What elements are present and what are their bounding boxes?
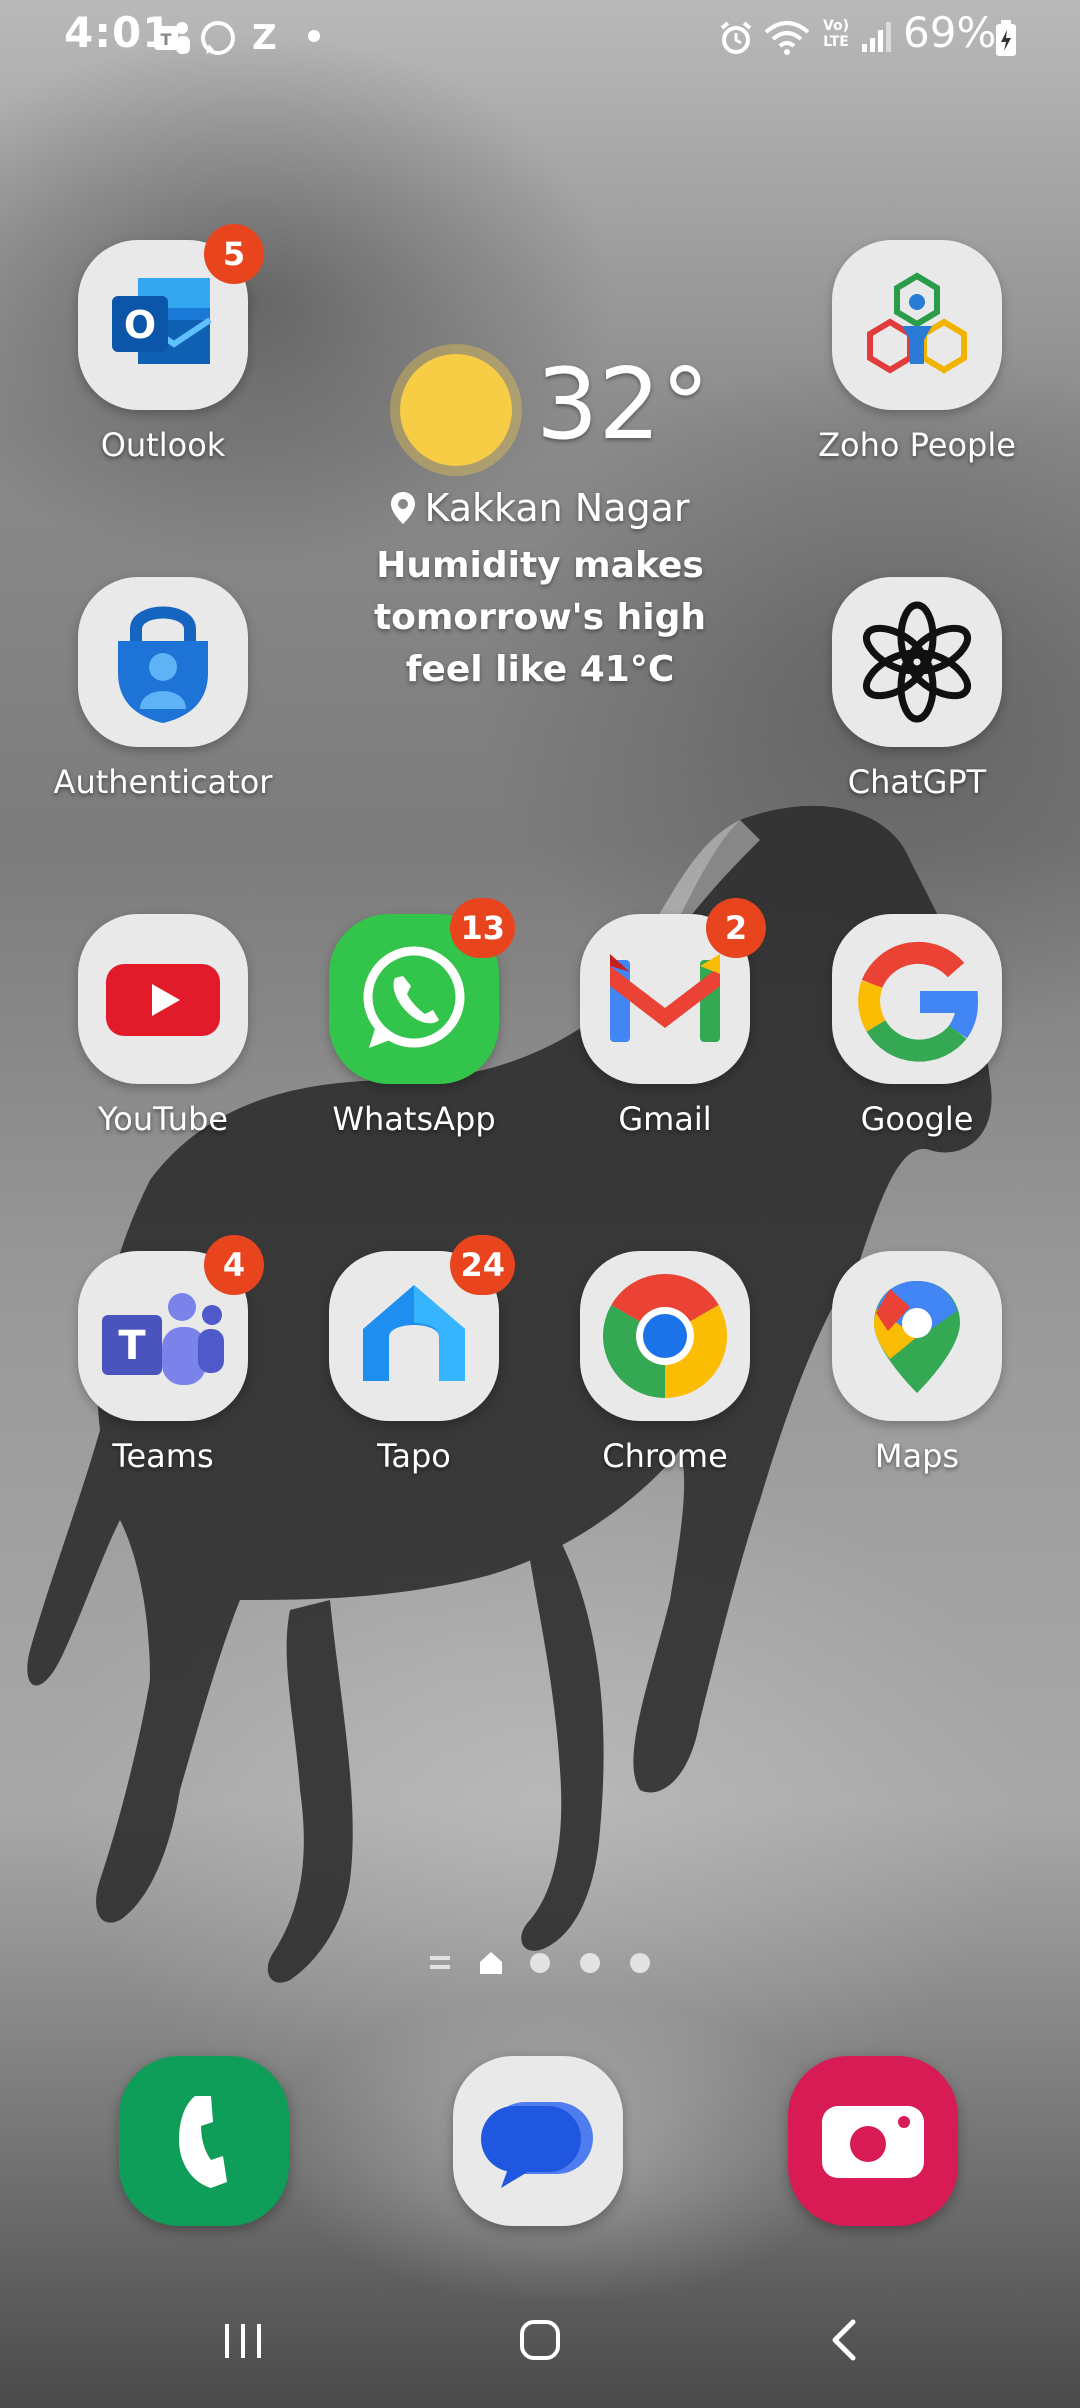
page-dot-icon[interactable] bbox=[630, 1953, 650, 1973]
zoho-icon: Z bbox=[252, 18, 277, 58]
battery-charging-icon bbox=[996, 20, 1016, 56]
app-google[interactable]: Google bbox=[797, 914, 1037, 1138]
location-pin-icon bbox=[391, 492, 416, 524]
page-dot-icon[interactable] bbox=[530, 1953, 550, 1973]
app-tapo[interactable]: 24 Tapo bbox=[294, 1235, 534, 1475]
tapo-tile[interactable]: 24 bbox=[329, 1235, 515, 1421]
svg-text:T: T bbox=[118, 1323, 146, 1369]
app-chatgpt[interactable]: ChatGPT bbox=[797, 577, 1037, 801]
volte-icon: Vo) LTE bbox=[822, 18, 850, 50]
authenticator-tile[interactable] bbox=[78, 577, 248, 747]
home-icon bbox=[480, 1952, 502, 1974]
app-outlook[interactable]: O 5 Outlook bbox=[43, 224, 283, 464]
google-icon bbox=[858, 941, 978, 1062]
svg-text:T: T bbox=[161, 30, 172, 49]
maps-icon bbox=[874, 1281, 960, 1393]
page-dot-icon[interactable] bbox=[580, 1953, 600, 1973]
app-chrome[interactable]: Chrome bbox=[545, 1251, 785, 1475]
signal-icon bbox=[862, 22, 891, 52]
app-teams[interactable]: T 4 Teams bbox=[43, 1235, 283, 1475]
zoho-people-icon bbox=[867, 272, 967, 374]
youtube-icon bbox=[106, 964, 220, 1036]
dock-phone[interactable] bbox=[119, 2056, 289, 2226]
weather-message: Humidity makes tomorrow's high feel like… bbox=[373, 545, 707, 690]
sun-icon bbox=[400, 354, 512, 466]
dock-messages[interactable] bbox=[453, 2056, 623, 2226]
status-bar: 4:01 T Z Vo) LTE 69% bbox=[0, 0, 1080, 80]
camera-icon bbox=[822, 2106, 924, 2178]
app-label: ChatGPT bbox=[847, 763, 987, 801]
chatgpt-icon bbox=[863, 601, 971, 723]
teams-tile[interactable]: T 4 bbox=[78, 1235, 264, 1421]
weather-temperature: 32° bbox=[536, 348, 710, 462]
app-label: Authenticator bbox=[53, 763, 273, 801]
zoho-people-tile[interactable] bbox=[832, 240, 1002, 410]
notification-badge: 2 bbox=[706, 898, 766, 958]
phone-icon bbox=[179, 2096, 227, 2188]
app-label: WhatsApp bbox=[332, 1100, 496, 1138]
teams-icon: T bbox=[154, 22, 190, 54]
page-indicator[interactable] bbox=[420, 1948, 660, 1978]
wifi-icon bbox=[764, 21, 810, 55]
authenticator-icon bbox=[118, 606, 208, 723]
app-label: Teams bbox=[112, 1437, 214, 1475]
navigation-bar bbox=[0, 2290, 1080, 2390]
chatgpt-tile[interactable] bbox=[832, 577, 1002, 747]
notification-badge: 5 bbox=[204, 224, 264, 284]
notification-badge: 13 bbox=[450, 898, 515, 958]
recents-button[interactable] bbox=[203, 2310, 283, 2370]
whatsapp-icon bbox=[201, 21, 235, 55]
notification-badge: 24 bbox=[450, 1235, 515, 1295]
maps-tile[interactable] bbox=[832, 1251, 1002, 1421]
messages-icon bbox=[481, 2102, 593, 2188]
svg-text:O: O bbox=[124, 303, 156, 347]
app-whatsapp[interactable]: 13 WhatsApp bbox=[294, 898, 534, 1138]
dot-icon bbox=[308, 30, 320, 42]
google-tile[interactable] bbox=[832, 914, 1002, 1084]
app-zoho-people[interactable]: Zoho People bbox=[797, 240, 1037, 464]
home-button[interactable] bbox=[500, 2310, 580, 2370]
app-label: Outlook bbox=[100, 426, 226, 464]
app-label: Google bbox=[860, 1100, 974, 1138]
outlook-tile[interactable]: O 5 bbox=[78, 224, 264, 410]
back-button[interactable] bbox=[805, 2310, 885, 2370]
app-label: Tapo bbox=[377, 1437, 451, 1475]
whatsapp-tile[interactable]: 13 bbox=[329, 898, 515, 1084]
app-authenticator[interactable]: Authenticator bbox=[43, 577, 283, 801]
alarm-icon bbox=[720, 21, 752, 54]
weather-location: Kakkan Nagar bbox=[360, 486, 720, 530]
weather-location-text: Kakkan Nagar bbox=[424, 486, 690, 530]
app-label: Zoho People bbox=[818, 426, 1016, 464]
app-maps[interactable]: Maps bbox=[797, 1251, 1037, 1475]
app-label: Gmail bbox=[618, 1100, 712, 1138]
gmail-tile[interactable]: 2 bbox=[580, 898, 766, 1084]
battery-percent: 69% bbox=[903, 8, 997, 57]
app-youtube[interactable]: YouTube bbox=[43, 914, 283, 1138]
home-screen: 4:01 T Z Vo) LTE 69% 32° Kakkan Nagar Hu… bbox=[0, 0, 1080, 2408]
chrome-icon bbox=[602, 1274, 728, 1398]
notification-badge: 4 bbox=[204, 1235, 264, 1295]
chrome-tile[interactable] bbox=[580, 1251, 750, 1421]
app-label: Chrome bbox=[602, 1437, 728, 1475]
menu-lines-icon bbox=[430, 1956, 450, 1969]
app-label: YouTube bbox=[97, 1100, 229, 1138]
app-gmail[interactable]: 2 Gmail bbox=[545, 898, 785, 1138]
app-label: Maps bbox=[874, 1437, 960, 1475]
dock-camera[interactable] bbox=[788, 2056, 958, 2226]
youtube-tile[interactable] bbox=[78, 914, 248, 1084]
